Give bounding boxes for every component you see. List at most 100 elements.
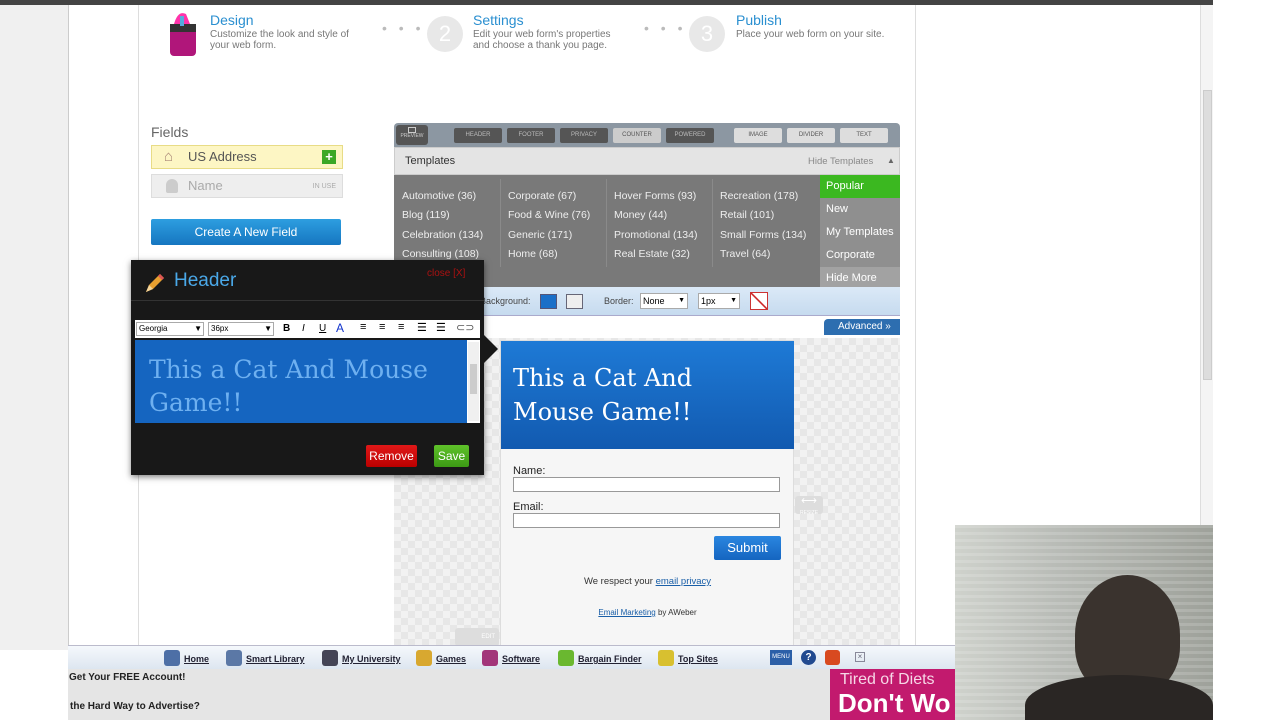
italic-icon[interactable]: I (302, 323, 305, 334)
hide-templates-link[interactable]: Hide Templates (808, 156, 873, 167)
edit-footer-handle[interactable]: EDIT (455, 628, 499, 646)
advanced-button[interactable]: Advanced » (824, 319, 900, 335)
template-category-link[interactable]: Consulting (108) (402, 248, 479, 260)
privacy-link[interactable]: email privacy (656, 576, 711, 587)
border-style-select[interactable]: None ▼ (640, 293, 688, 309)
close-button[interactable]: close [X] (427, 268, 465, 279)
border-color-icon[interactable] (750, 292, 768, 310)
form-header[interactable]: This a Cat And Mouse Game!! (501, 341, 794, 449)
template-category-link[interactable]: Real Estate (32) (614, 248, 690, 260)
ad-banner[interactable]: Tired of Diets Don't Wo (830, 669, 955, 720)
header-text-selection[interactable]: This a Cat And Mouse Game!! (149, 353, 454, 419)
template-category-link[interactable]: Travel (64) (720, 248, 770, 260)
template-category-link[interactable]: Small Forms (134) (720, 229, 806, 241)
library-icon (226, 649, 242, 666)
menu-corporate[interactable]: Corporate (820, 244, 900, 267)
steps-bar: Design Customize the look and style of y… (160, 8, 900, 63)
name-label: Name: (513, 465, 546, 477)
save-button[interactable]: Save (434, 445, 469, 467)
step-design-title[interactable]: Design (210, 12, 254, 28)
underline-icon[interactable]: U (319, 323, 326, 334)
shield-icon[interactable] (825, 650, 840, 665)
bottom-university-link[interactable]: My University (342, 654, 401, 664)
bottom-home-link[interactable]: Home (184, 654, 209, 664)
ad-text-2[interactable]: the Hard Way to Advertise? (70, 701, 200, 712)
menu-popular[interactable]: Popular (820, 175, 900, 198)
template-category-link[interactable]: Blog (119) (402, 209, 450, 221)
number-list-icon[interactable]: ☰ (436, 321, 446, 334)
template-category-link[interactable]: Money (44) (614, 209, 667, 221)
toolbar-footer[interactable]: FOOTER (507, 128, 555, 143)
rte-content-area[interactable]: This a Cat And Mouse Game!! (135, 340, 480, 423)
email-marketing-link[interactable]: Email Marketing (598, 608, 655, 617)
help-icon[interactable]: ? (801, 650, 816, 665)
style-bar: Background: Border: None ▼ 1px ▼ (480, 287, 900, 316)
template-category-link[interactable]: Home (68) (508, 248, 558, 260)
preview-button[interactable]: PREVIEW (396, 125, 428, 145)
font-select[interactable]: Georgia ▼ (136, 322, 204, 336)
email-input[interactable] (513, 513, 780, 528)
name-input[interactable] (513, 477, 780, 492)
rte-scrollbar[interactable] (468, 342, 479, 421)
bottom-bargain-link[interactable]: Bargain Finder (578, 654, 642, 664)
align-center-icon[interactable]: ≡ (379, 321, 385, 333)
bg-image-icon[interactable] (566, 294, 583, 309)
right-edge (1213, 0, 1280, 720)
add-icon[interactable]: + (322, 150, 336, 164)
remove-button[interactable]: Remove (366, 445, 417, 467)
create-field-button[interactable]: Create A New Field (151, 219, 341, 245)
template-category-link[interactable]: Food & Wine (76) (508, 209, 590, 221)
field-us-address[interactable]: ⌂ US Address + (151, 145, 343, 169)
align-right-icon[interactable]: ≡ (398, 321, 404, 333)
bottom-software-link[interactable]: Software (502, 654, 540, 664)
toolbar-image[interactable]: IMAGE (734, 128, 782, 143)
bold-icon[interactable]: B (283, 323, 290, 334)
bottom-games-link[interactable]: Games (436, 654, 466, 664)
border-width-select[interactable]: 1px ▼ (698, 293, 740, 309)
menu-my-templates[interactable]: My Templates (820, 221, 900, 244)
resize-handle[interactable]: ⟷ RESIZE (795, 496, 823, 516)
bargain-icon (558, 649, 574, 666)
size-select[interactable]: 36px ▼ (208, 322, 274, 336)
align-left-icon[interactable]: ≡ (360, 321, 366, 333)
advanced-bar: Advanced » (480, 316, 900, 338)
toolbar-powered[interactable]: POWERED (666, 128, 714, 143)
bg-color-swatch[interactable] (540, 294, 557, 309)
close-toolbar-icon[interactable]: × (855, 652, 865, 662)
template-category-link[interactable]: Celebration (134) (402, 229, 483, 241)
template-category-link[interactable]: Retail (101) (720, 209, 774, 221)
webcam-overlay (955, 525, 1213, 720)
top-sites-icon (658, 649, 674, 666)
template-category-link[interactable]: Recreation (178) (720, 190, 798, 202)
form-heading: This a Cat And Mouse Game!! (513, 364, 693, 426)
template-category-link[interactable]: Promotional (134) (614, 229, 697, 241)
step-settings-title[interactable]: Settings (473, 12, 524, 28)
paint-bucket-icon (164, 10, 204, 58)
collapse-arrow-icon[interactable]: ▲ (887, 156, 895, 165)
software-icon (482, 649, 498, 666)
toolbar-divider[interactable]: DIVIDER (787, 128, 835, 143)
toolbar-header[interactable]: HEADER (454, 128, 502, 143)
ad-bar: Get Your FREE Account! the Hard Way to A… (68, 669, 955, 720)
header-editor-popup: Header close [X] Georgia ▼ 36px ▼ B I U A … (131, 260, 484, 475)
template-category-link[interactable]: Hover Forms (93) (614, 190, 696, 202)
field-name[interactable]: Name IN USE (151, 174, 343, 198)
link-icon[interactable]: ⊂⊃ (456, 321, 474, 334)
bottom-library-link[interactable]: Smart Library (246, 654, 305, 664)
template-category-link[interactable]: Corporate (67) (508, 190, 576, 202)
toolbar-text[interactable]: TEXT (840, 128, 888, 143)
bullet-list-icon[interactable]: ☰ (417, 321, 427, 334)
menu-button[interactable]: MENU (770, 650, 792, 665)
toolbar-privacy[interactable]: PRIVACY (560, 128, 608, 143)
menu-new[interactable]: New (820, 198, 900, 221)
font-color-icon[interactable]: A (336, 321, 344, 335)
ad-text-1[interactable]: Get Your FREE Account! (69, 672, 186, 683)
person-icon (166, 179, 178, 193)
in-use-badge: IN USE (312, 183, 336, 190)
toolbar-counter[interactable]: COUNTER (613, 128, 661, 143)
template-category-link[interactable]: Automotive (36) (402, 190, 476, 202)
template-category-link[interactable]: Generic (171) (508, 229, 572, 241)
submit-button[interactable]: Submit (714, 536, 781, 560)
bottom-topsites-link[interactable]: Top Sites (678, 654, 718, 664)
step-publish-title[interactable]: Publish (736, 12, 782, 28)
